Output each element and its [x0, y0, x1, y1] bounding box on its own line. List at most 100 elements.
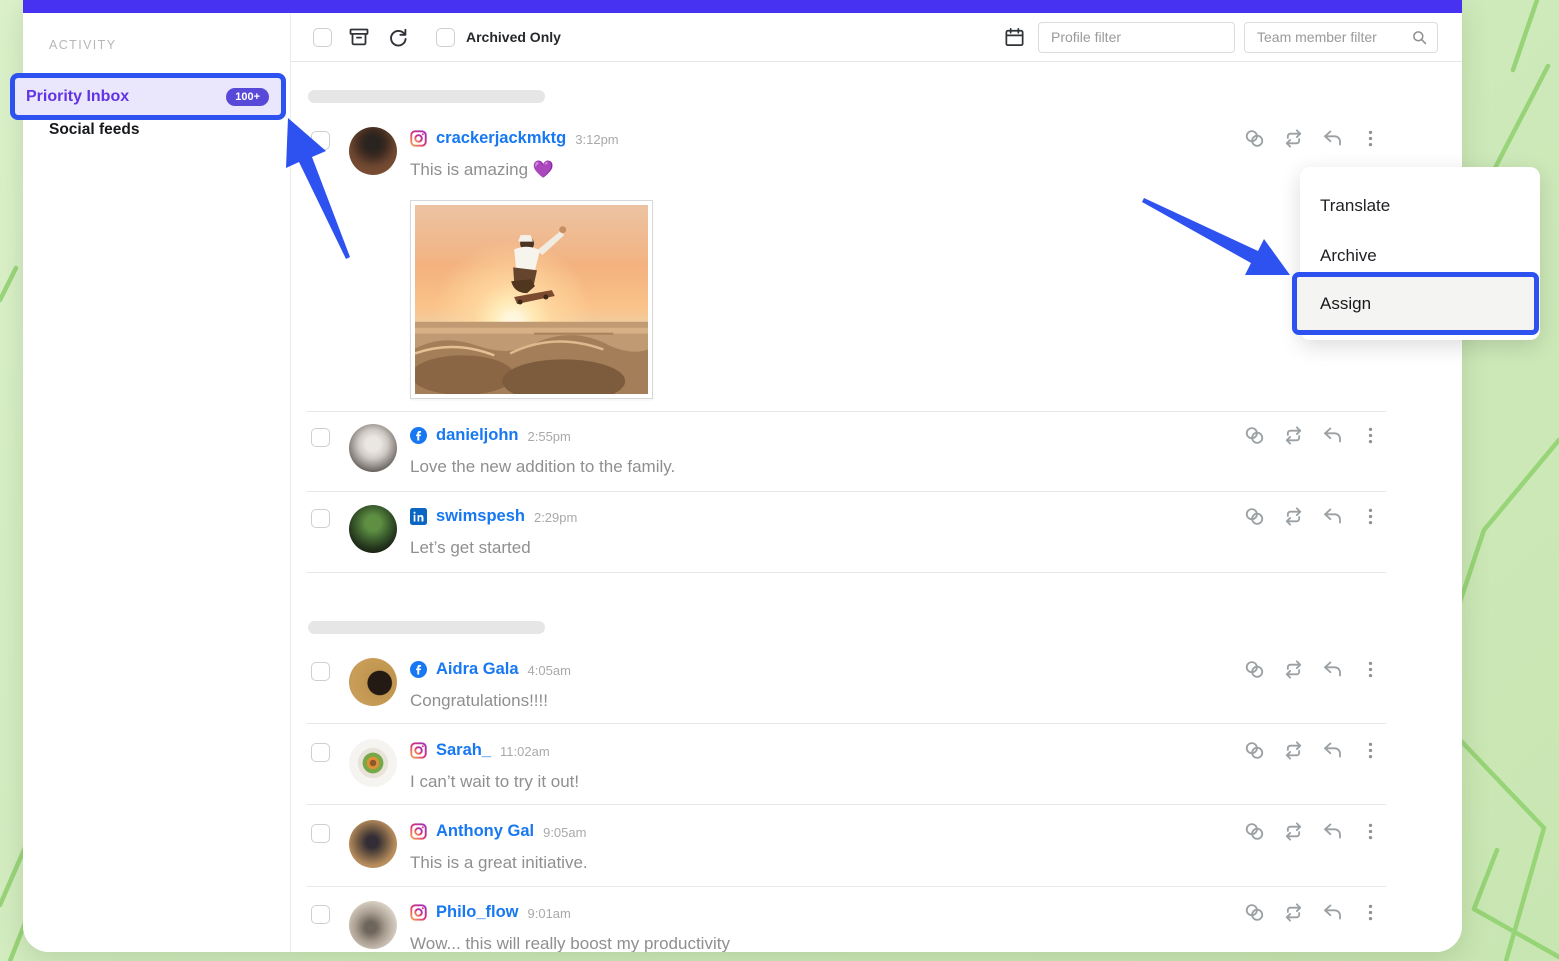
- username-link[interactable]: danieljohn: [436, 426, 519, 445]
- instagram-icon: [410, 130, 427, 147]
- conversation-icon[interactable]: [1243, 901, 1266, 924]
- row-checkbox[interactable]: [311, 428, 330, 447]
- priority-inbox-label: Priority Inbox: [26, 88, 129, 106]
- sidebar-section-activity: ACTIVITY: [49, 38, 116, 52]
- username-link[interactable]: crackerjackmktg: [436, 129, 566, 148]
- select-all-checkbox[interactable]: [313, 28, 332, 47]
- more-menu-icon[interactable]: [1360, 128, 1381, 149]
- reply-icon[interactable]: [1321, 127, 1344, 150]
- more-menu-icon[interactable]: [1360, 902, 1381, 923]
- reply-icon[interactable]: [1321, 424, 1344, 447]
- username-link[interactable]: swimspesh: [436, 507, 525, 526]
- refresh-icon[interactable]: [386, 25, 410, 49]
- message-row: Sarah_ 11:02am I can’t wait to try it ou…: [311, 739, 1381, 813]
- archived-only-checkbox[interactable]: [436, 28, 455, 47]
- message-row: swimspesh 2:29pm Let’s get started: [311, 505, 1381, 579]
- reply-icon[interactable]: [1321, 658, 1344, 681]
- instagram-icon: [410, 823, 427, 840]
- message-text: Let’s get started: [410, 538, 1231, 558]
- skeleton-group-header: [308, 621, 545, 634]
- message-time: 9:05am: [543, 823, 586, 840]
- message-text: Wow... this will really boost my product…: [410, 934, 1231, 952]
- priority-inbox-count-badge: 100+: [226, 88, 269, 106]
- row-divider: [306, 491, 1386, 492]
- photo-attachment[interactable]: [410, 200, 653, 399]
- reply-icon[interactable]: [1321, 739, 1344, 762]
- username-link[interactable]: Philo_flow: [436, 903, 519, 922]
- linkedin-icon: [410, 508, 427, 525]
- sidebar: ACTIVITY Social feeds: [23, 13, 290, 952]
- repost-icon[interactable]: [1282, 424, 1305, 447]
- more-menu-icon[interactable]: [1360, 659, 1381, 680]
- message-time: 4:05am: [528, 661, 571, 678]
- row-divider: [306, 411, 1386, 412]
- row-checkbox[interactable]: [311, 509, 330, 528]
- message-row: crackerjackmktg 3:12pm This is amazing 💜: [311, 127, 1381, 467]
- message-text: This is a great initiative.: [410, 853, 1231, 873]
- username-link[interactable]: Sarah_: [436, 741, 491, 760]
- reply-icon[interactable]: [1321, 820, 1344, 843]
- conversation-icon[interactable]: [1243, 739, 1266, 762]
- more-menu-icon[interactable]: [1360, 425, 1381, 446]
- reply-icon[interactable]: [1321, 901, 1344, 924]
- repost-icon[interactable]: [1282, 505, 1305, 528]
- sidebar-item-social-feeds[interactable]: Social feeds: [49, 121, 139, 139]
- conversation-icon[interactable]: [1243, 505, 1266, 528]
- facebook-icon: [410, 427, 427, 444]
- row-checkbox[interactable]: [311, 662, 330, 681]
- avatar: [349, 739, 397, 787]
- more-menu-icon[interactable]: [1360, 821, 1381, 842]
- row-divider: [306, 723, 1386, 724]
- conversation-icon[interactable]: [1243, 424, 1266, 447]
- message-row: Anthony Gal 9:05am This is a great initi…: [311, 820, 1381, 894]
- row-checkbox[interactable]: [311, 131, 330, 150]
- avatar: [349, 424, 397, 472]
- team-member-filter-input[interactable]: [1244, 22, 1438, 53]
- skeleton-group-header: [308, 90, 545, 103]
- instagram-icon: [410, 904, 427, 921]
- avatar: [349, 820, 397, 868]
- sidebar-item-priority-inbox[interactable]: Priority Inbox 100+: [10, 73, 286, 120]
- calendar-icon[interactable]: [1003, 26, 1026, 49]
- conversation-icon[interactable]: [1243, 820, 1266, 843]
- row-divider: [306, 804, 1386, 805]
- more-menu-icon[interactable]: [1360, 506, 1381, 527]
- profile-filter-input[interactable]: [1038, 22, 1235, 53]
- row-checkbox[interactable]: [311, 905, 330, 924]
- message-time: 11:02am: [500, 742, 550, 759]
- archived-only-label: Archived Only: [466, 29, 561, 45]
- menu-item-translate[interactable]: Translate: [1300, 181, 1540, 231]
- message-time: 3:12pm: [575, 130, 618, 147]
- message-list: crackerjackmktg 3:12pm This is amazing 💜: [291, 62, 1462, 952]
- facebook-icon: [410, 661, 427, 678]
- row-checkbox[interactable]: [311, 824, 330, 843]
- avatar: [349, 658, 397, 706]
- row-divider: [306, 886, 1386, 887]
- username-link[interactable]: Anthony Gal: [436, 822, 534, 841]
- conversation-icon[interactable]: [1243, 658, 1266, 681]
- conversation-icon[interactable]: [1243, 127, 1266, 150]
- repost-icon[interactable]: [1282, 658, 1305, 681]
- repost-icon[interactable]: [1282, 739, 1305, 762]
- menu-item-assign[interactable]: Assign: [1292, 272, 1539, 335]
- repost-icon[interactable]: [1282, 820, 1305, 843]
- username-link[interactable]: Aidra Gala: [436, 660, 519, 679]
- avatar: [349, 505, 397, 553]
- avatar: [349, 901, 397, 949]
- repost-icon[interactable]: [1282, 127, 1305, 150]
- reply-icon[interactable]: [1321, 505, 1344, 528]
- skateboarder-photo: [415, 205, 648, 394]
- toolbar: Archived Only: [291, 13, 1462, 62]
- message-text: Love the new addition to the family.: [410, 457, 1231, 477]
- repost-icon[interactable]: [1282, 901, 1305, 924]
- main-panel: Archived Only: [290, 13, 1462, 952]
- message-text: Congratulations!!!!: [410, 691, 1231, 711]
- message-row: danieljohn 2:55pm Love the new addition …: [311, 424, 1381, 498]
- message-row: Philo_flow 9:01am Wow... this will reall…: [311, 901, 1381, 952]
- row-checkbox[interactable]: [311, 743, 330, 762]
- avatar: [349, 127, 397, 175]
- instagram-icon: [410, 742, 427, 759]
- row-divider: [306, 572, 1386, 573]
- archive-icon[interactable]: [347, 25, 371, 49]
- more-menu-icon[interactable]: [1360, 740, 1381, 761]
